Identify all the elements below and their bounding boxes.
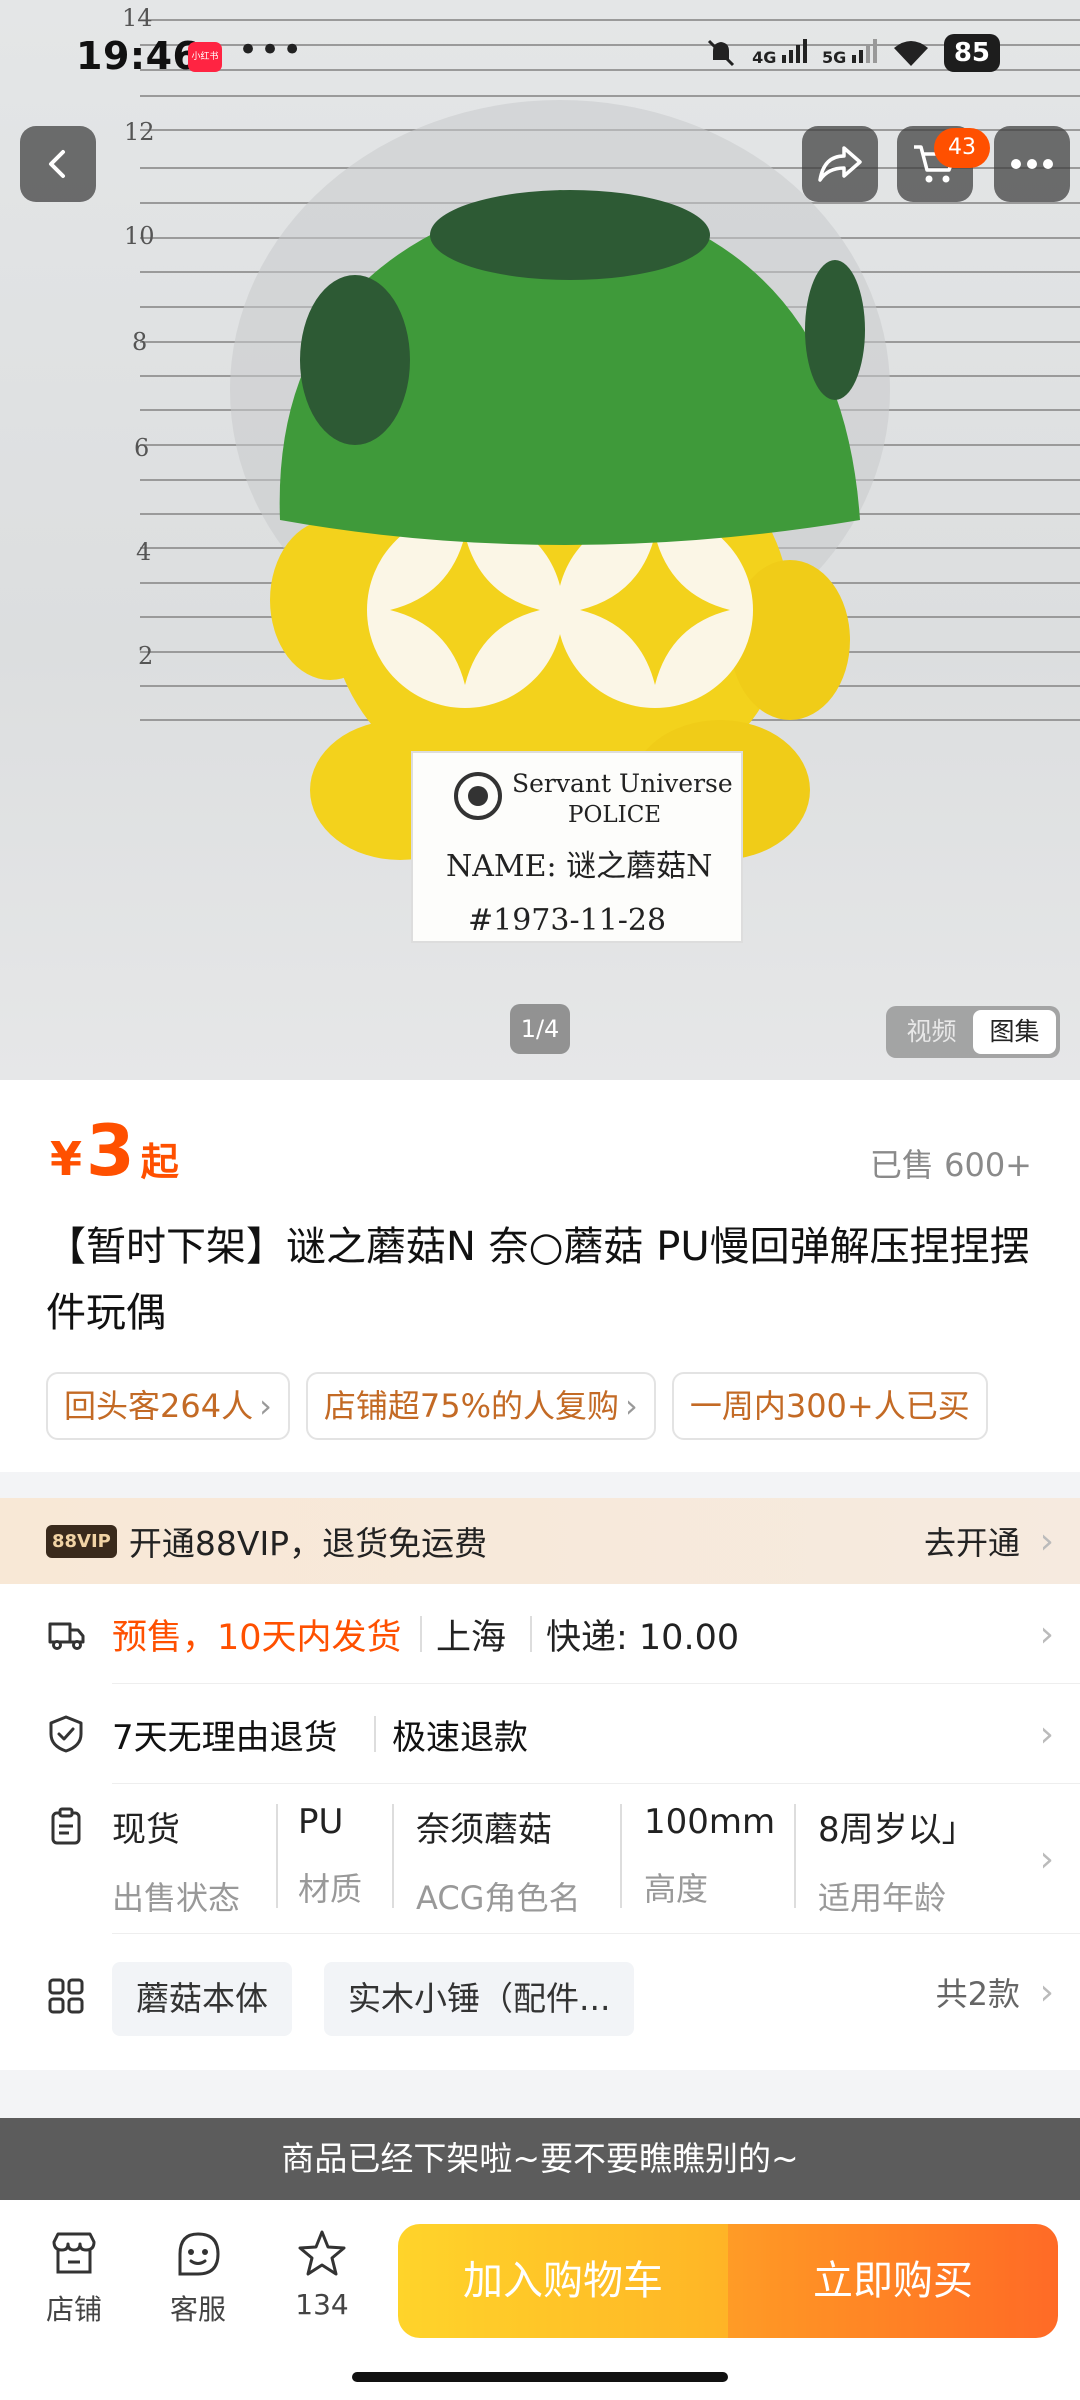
service-label: 客服 — [169, 2293, 226, 2326]
tab-album[interactable]: 图集 — [973, 1010, 1056, 1054]
back-button[interactable] — [20, 126, 96, 202]
favorite-tab[interactable]: 134 — [272, 2228, 372, 2321]
more-notifications-icon: ••• — [238, 30, 305, 70]
signal-4g-icon: 4G — [752, 39, 808, 67]
card-line2: POLICE — [568, 802, 661, 828]
attr-character: 奈须蘑菇 ACG角色名 — [416, 1810, 581, 1917]
attr-material: PU 材质 — [298, 1802, 363, 1908]
sku-option[interactable]: 实木小锤（配件... — [324, 1962, 635, 2036]
bottom-action-bar: 店铺 客服 134 加入购物车 立即购买 — [0, 2200, 1080, 2400]
ruler-mark: 2 — [138, 642, 153, 670]
battery-icon: 85 — [943, 34, 1000, 72]
add-to-cart-button[interactable]: 加入购物车 — [398, 2224, 728, 2338]
service-card: 88VIP 开通88VIP，退货免运费 去开通 › 预售，10天内发货 上海 快… — [0, 1498, 1080, 2070]
more-dots-icon — [1011, 159, 1053, 169]
shipping-row[interactable]: 预售，10天内发货 上海 快递: 10.00 › — [0, 1584, 1080, 1684]
product-image-gallery[interactable]: Servant Universe POLICE NAME: 谜之蘑菇N #197… — [0, 0, 1080, 1080]
delisted-notice[interactable]: 商品已经下架啦~要不要瞧瞧别的~ — [0, 2118, 1080, 2200]
presale-notice: 预售，10天内发货 — [112, 1617, 402, 1658]
sku-option[interactable]: 蘑菇本体 — [112, 1962, 292, 2036]
customer-service-tab[interactable]: 客服 — [148, 2228, 248, 2328]
chevron-right-icon: › — [1039, 1520, 1054, 1562]
card-line1: Servant Universe — [512, 769, 733, 798]
gallery-page-indicator: 1/4 — [510, 1004, 570, 1054]
share-button[interactable] — [802, 126, 878, 202]
star-icon — [298, 2230, 346, 2276]
product-title: 【暂时下架】谜之蘑菇N 奈○蘑菇 PU慢回弹解压捏捏摆件玩偶 — [46, 1224, 1030, 1336]
chip-repurchase-rate[interactable]: 店铺超75%的人复购 › — [305, 1372, 656, 1440]
price: ¥ 3 起 — [50, 1110, 179, 1192]
system-icons: 4G 5G 85 — [704, 34, 1000, 72]
highlight-chips: 回头客264人 › 店铺超75%的人复购 › 一周内300+人已买 — [46, 1372, 1034, 1442]
attributes-row[interactable]: 现货 出售状态 PU 材质 奈须蘑菇 ACG角色名 100mm 高度 8周岁以」 适用年龄… — [0, 1784, 1080, 1934]
price-suffix: 起 — [140, 1140, 179, 1184]
chip-weekly-buyers[interactable]: 一周内300+人已买 — [671, 1372, 988, 1440]
grid-icon — [48, 1978, 84, 2014]
status-bar: 19:46 小红书 ••• 4G 5G 85 — [0, 0, 1080, 110]
vip-text: 开通88VIP，退货免运费 — [128, 1524, 488, 1563]
ruler-mark: 6 — [134, 434, 149, 462]
media-type-switch[interactable]: 视频 图集 — [886, 1006, 1060, 1058]
store-icon — [52, 2232, 96, 2274]
product-info-card: ¥ 3 起 已售 600+ 【暂时下架】谜之蘑菇N 奈○蘑菇 PU慢回弹解压捏捏… — [0, 1080, 1080, 1472]
share-icon — [818, 146, 862, 182]
clock: 19:46 — [76, 34, 200, 78]
sku-row[interactable]: 蘑菇本体 实木小锤（配件... 共2款 › — [0, 1934, 1080, 2050]
home-indicator[interactable] — [352, 2372, 728, 2382]
wifi-icon — [893, 41, 928, 66]
chat-face-icon — [178, 2232, 220, 2276]
delivery-truck-icon — [48, 1622, 85, 1650]
attr-age: 8周岁以」 适用年龄 — [818, 1810, 976, 1917]
ruler-mark: 4 — [136, 538, 151, 566]
chevron-right-icon: › — [1039, 1838, 1054, 1880]
cart-count-badge: 43 — [934, 128, 990, 168]
return-policy-row[interactable]: 7天无理由退货 极速退款 › — [0, 1684, 1080, 1784]
store-tab[interactable]: 店铺 — [24, 2228, 124, 2328]
ruler-mark: 8 — [132, 328, 147, 356]
shipping-fee: 快递: 10.00 — [546, 1617, 740, 1658]
card-line3: NAME: 谜之蘑菇N — [446, 849, 712, 884]
buy-now-button[interactable]: 立即购买 — [728, 2224, 1058, 2338]
signal-5g-icon: 5G — [822, 39, 878, 67]
ruler-mark: 10 — [124, 222, 155, 250]
price-value: 3 — [86, 1110, 135, 1192]
sold-count: 已售 600+ — [869, 1146, 1032, 1184]
mute-bell-icon — [708, 39, 735, 67]
chevron-right-icon: › — [1039, 1971, 1054, 2013]
fast-refund: 极速退款 — [392, 1717, 528, 1758]
clipboard-icon — [51, 1807, 81, 1845]
currency-symbol: ¥ — [50, 1132, 83, 1186]
shield-check-icon — [49, 1715, 83, 1753]
ship-origin: 上海 — [436, 1617, 507, 1658]
card-line4: #1973-11-28 — [468, 903, 666, 938]
chevron-left-icon — [49, 150, 65, 178]
chevron-right-icon: › — [1039, 1613, 1054, 1655]
more-button[interactable] — [994, 126, 1070, 202]
app-notification-icon: 小红书 — [188, 42, 222, 72]
sku-total: 共2款 — [935, 1975, 1020, 2013]
chevron-right-icon: › — [1039, 1713, 1054, 1755]
attr-height: 100mm 高度 — [644, 1802, 776, 1908]
ruler-mark: 12 — [124, 118, 155, 146]
chip-repeat-customers[interactable]: 回头客264人 › — [46, 1372, 290, 1440]
vip-banner[interactable]: 88VIP 开通88VIP，退货免运费 去开通 › — [0, 1498, 1080, 1584]
vip-open-link[interactable]: 去开通 — [924, 1518, 1020, 1564]
attr-sale-status: 现货 出售状态 — [112, 1810, 241, 1917]
return-policy: 7天无理由退货 — [112, 1717, 338, 1758]
favorite-count: 134 — [295, 2288, 349, 2321]
tab-video[interactable]: 视频 — [890, 1010, 973, 1054]
vip-badge-icon: 88VIP — [46, 1524, 117, 1558]
store-label: 店铺 — [45, 2293, 102, 2326]
